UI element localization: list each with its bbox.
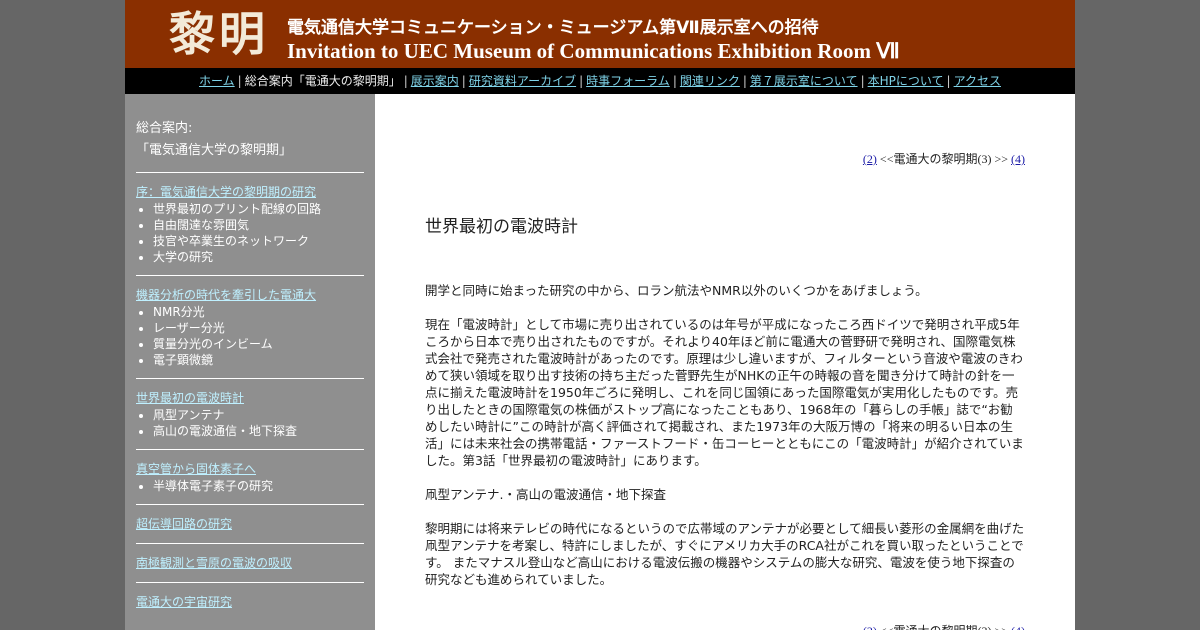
sidebar-list-item: 自由闊達な雰囲気 xyxy=(153,217,364,233)
sidebar-divider xyxy=(136,172,364,173)
sidebar-divider xyxy=(136,275,364,276)
sidebar-section-list: NMR分光 レーザー分光 質量分光のインビーム 電子顕微鏡 xyxy=(136,304,364,368)
sidebar-section-link[interactable]: 真空管から固体素子へ xyxy=(136,461,364,478)
pager-prev-link[interactable]: (2) xyxy=(863,152,877,166)
sidebar-section-link[interactable]: 序：電気通信大学の黎明期の研究 xyxy=(136,184,364,201)
sidebar-divider xyxy=(136,543,364,544)
nav-access-link[interactable]: アクセス xyxy=(954,74,1001,88)
pager-label: <<電通大の黎明期(3) >> xyxy=(879,152,1008,166)
nav-separator: | xyxy=(403,74,408,88)
sidebar-list-item: 質量分光のインビーム xyxy=(153,336,364,352)
sidebar-list-item: 高山の電波通信・地下探査 xyxy=(153,423,364,439)
sidebar-list-item: 技官や卒業生のネットワーク xyxy=(153,233,364,249)
sidebar-list-item: レーザー分光 xyxy=(153,320,364,336)
nav-related-links-link[interactable]: 関連リンク xyxy=(680,74,740,88)
sidebar-section-link[interactable]: 超伝導回路の研究 xyxy=(136,516,364,533)
article-paragraph: 黎明期には将来テレビの時代になるというので広帯域のアンテナが必要として細長い菱形… xyxy=(425,521,1025,587)
nav-separator: | xyxy=(742,74,747,88)
sidebar-subheading: 「電気通信大学の黎明期」 xyxy=(136,143,293,158)
banner-title-english: Invitation to UEC Museum of Communicatio… xyxy=(287,39,900,63)
sidebar-list-item: 大学の研究 xyxy=(153,249,364,265)
pager-bottom: (2) <<電通大の黎明期(3) >> (4) xyxy=(863,622,1025,630)
nav-forum-link[interactable]: 時事フォーラム xyxy=(586,74,670,88)
sidebar-divider xyxy=(136,582,364,583)
sidebar-section-link[interactable]: 世界最初の電波時計 xyxy=(136,390,364,407)
nav-archive-link[interactable]: 研究資料アーカイブ xyxy=(469,74,576,88)
nav-separator: | xyxy=(579,74,584,88)
nav-separator: | xyxy=(860,74,865,88)
page-wrapper: 黎明 電気通信大学コミュニケーション・ミュージアム第Ⅶ展示室への招待 Invit… xyxy=(125,0,1075,630)
nav-home-link[interactable]: ホーム xyxy=(199,74,235,88)
sidebar-list-item: 電子顕微鏡 xyxy=(153,352,364,368)
pager-top: (2) <<電通大の黎明期(3) >> (4) xyxy=(863,150,1025,167)
banner-title-japanese: 電気通信大学コミュニケーション・ミュージアム第Ⅶ展示室への招待 xyxy=(287,18,819,38)
sidebar-section-link[interactable]: 南極観測と雪原の電波の吸収 xyxy=(136,555,364,572)
nav-separator: | xyxy=(946,74,951,88)
sidebar-section-list: 半導体電子素子の研究 xyxy=(136,478,364,494)
nav-exhibit-guide-link[interactable]: 展示案内 xyxy=(411,74,459,88)
nav-about-site-link[interactable]: 本HPについて xyxy=(868,74,944,88)
sidebar-list-item: 世界最初のプリント配線の回路 xyxy=(153,201,364,217)
article-title: 世界最初の電波時計 xyxy=(425,217,578,237)
article-paragraph: 現在「電波時計」として市場に売り出されているのは年号が平成になったころ西ドイツで… xyxy=(425,317,1024,468)
top-navigation: ホーム | 総合案内「電通大の黎明期」 | 展示案内 | 研究資料アーカイブ | 時事フォーラム… xyxy=(125,68,1075,94)
sidebar: 総合案内: 「電気通信大学の黎明期」 序：電気通信大学の黎明期の研究 世界最初の… xyxy=(125,94,375,630)
sidebar-section-list: 凧型アンテナ 高山の電波通信・地下探査 xyxy=(136,407,364,439)
sidebar-list-item: 凧型アンテナ xyxy=(153,407,364,423)
sidebar-heading: 総合案内: xyxy=(136,121,193,136)
sidebar-list-item: 半導体電子素子の研究 xyxy=(153,478,364,494)
sidebar-divider xyxy=(136,449,364,450)
nav-separator: | xyxy=(237,74,242,88)
nav-separator: | xyxy=(672,74,677,88)
article-subheading: 凧型アンテナ.・高山の電波通信・地下探査 xyxy=(425,487,666,502)
sidebar-list-item: NMR分光 xyxy=(153,304,364,320)
sidebar-section-link[interactable]: 電通大の宇宙研究 xyxy=(136,594,364,611)
site-logo[interactable]: 黎明 xyxy=(169,6,269,62)
article-body: 開学と同時に始まった研究の中から、ロラン航法やNMR以外のいくつかをあげましょう… xyxy=(425,282,1025,605)
pager-next-link[interactable]: (4) xyxy=(1011,152,1025,166)
header-banner: 黎明 電気通信大学コミュニケーション・ミュージアム第Ⅶ展示室への招待 Invit… xyxy=(125,0,1075,68)
article-paragraph: 開学と同時に始まった研究の中から、ロラン航法やNMR以外のいくつかをあげましょう… xyxy=(425,283,928,298)
main-content: (2) <<電通大の黎明期(3) >> (4) 世界最初の電波時計 開学と同時に… xyxy=(375,94,1075,630)
nav-separator: | xyxy=(461,74,466,88)
pager-prev-link[interactable]: (2) xyxy=(863,624,877,630)
sidebar-divider xyxy=(136,378,364,379)
nav-room7-link[interactable]: 第７展示室について xyxy=(750,74,858,88)
sidebar-section-list: 世界最初のプリント配線の回路 自由闊達な雰囲気 技官や卒業生のネットワーク 大学… xyxy=(136,201,364,265)
sidebar-divider xyxy=(136,504,364,505)
nav-current-page: 総合案内「電通大の黎明期」 xyxy=(244,74,401,88)
pager-next-link[interactable]: (4) xyxy=(1011,624,1025,630)
pager-label: <<電通大の黎明期(3) >> xyxy=(880,624,1008,630)
sidebar-section-link[interactable]: 機器分析の時代を牽引した電通大 xyxy=(136,287,364,304)
